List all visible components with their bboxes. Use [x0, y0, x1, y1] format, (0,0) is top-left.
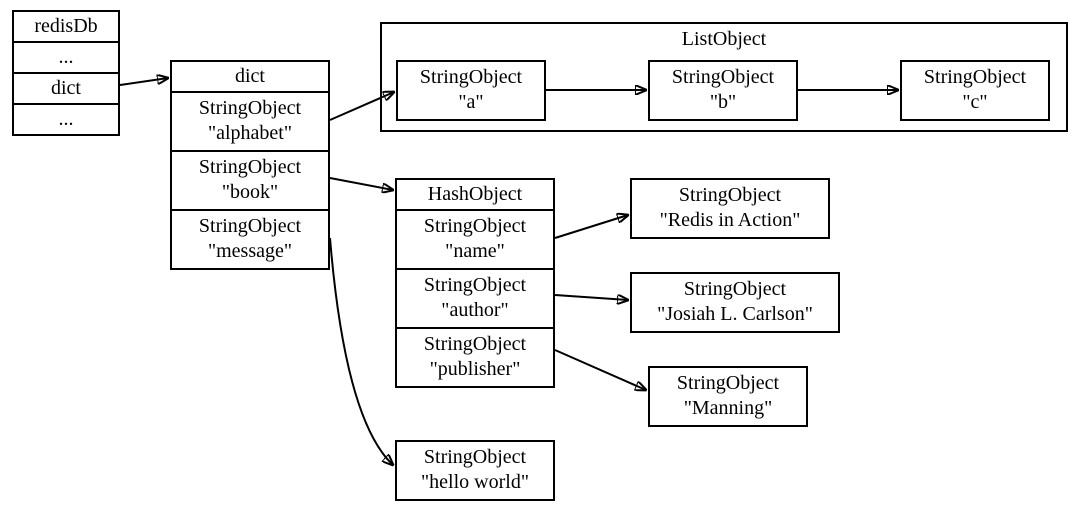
hash-value-name: StringObject "Redis in Action" — [630, 178, 830, 239]
hash-value-publisher: StringObject "Manning" — [648, 366, 808, 427]
redisdb-title: redisDb — [14, 12, 118, 43]
string-value-message-type: StringObject — [424, 446, 526, 468]
hash-value-name-val: "Redis in Action" — [660, 209, 801, 231]
hash-key-author-type: StringObject — [424, 274, 526, 296]
list-item-a: StringObject "a" — [396, 60, 546, 121]
redisdb-ellipsis-1: ... — [14, 43, 118, 74]
redisdb-ellipsis-2: ... — [14, 105, 118, 134]
hash-value-publisher-type: StringObject — [677, 372, 779, 394]
hash-key-author: StringObject "author" — [397, 270, 553, 329]
hash-key-name-val: "name" — [445, 240, 505, 262]
string-value-message-cell: StringObject "hello world" — [397, 442, 553, 499]
hash-key-name: StringObject "name" — [397, 211, 553, 270]
list-item-b-type: StringObject — [672, 66, 774, 88]
list-item-c: StringObject "c" — [900, 60, 1050, 121]
list-item-b: StringObject "b" — [648, 60, 798, 121]
dict-struct: dict StringObject "alphabet" StringObject… — [170, 60, 330, 270]
dict-title: dict — [172, 62, 328, 93]
redisdb-dict-row: dict — [14, 74, 118, 105]
dict-key-message: StringObject "message" — [172, 211, 328, 268]
hash-key-publisher-type: StringObject — [424, 333, 526, 355]
dict-key-message-val: "message" — [208, 240, 292, 262]
hash-object-title: HashObject — [397, 180, 553, 211]
dict-key-alphabet-type: StringObject — [199, 97, 301, 119]
hash-key-name-type: StringObject — [424, 215, 526, 237]
dict-key-book-val: "book" — [222, 181, 278, 203]
redisdb-struct: redisDb ... dict ... — [12, 10, 120, 136]
list-item-c-cell: StringObject "c" — [902, 62, 1048, 119]
list-item-a-val: "a" — [458, 91, 483, 113]
dict-key-message-type: StringObject — [199, 215, 301, 237]
hash-object-struct: HashObject StringObject "name" StringObje… — [395, 178, 555, 388]
list-object-label: ListObject — [380, 28, 1068, 51]
hash-key-publisher: StringObject "publisher" — [397, 329, 553, 386]
hash-value-author-type: StringObject — [684, 278, 786, 300]
dict-key-alphabet: StringObject "alphabet" — [172, 93, 328, 152]
hash-value-name-cell: StringObject "Redis in Action" — [632, 180, 828, 237]
hash-key-publisher-val: "publisher" — [430, 358, 521, 380]
hash-value-name-type: StringObject — [679, 184, 781, 206]
list-item-b-val: "b" — [710, 91, 736, 113]
hash-value-publisher-cell: StringObject "Manning" — [650, 368, 806, 425]
hash-value-author-val: "Josiah L. Carlson" — [657, 303, 813, 325]
hash-value-author: StringObject "Josiah L. Carlson" — [630, 272, 840, 333]
dict-key-book: StringObject "book" — [172, 152, 328, 211]
list-item-b-cell: StringObject "b" — [650, 62, 796, 119]
dict-key-alphabet-val: "alphabet" — [208, 122, 292, 144]
string-value-message: StringObject "hello world" — [395, 440, 555, 501]
list-item-c-type: StringObject — [924, 66, 1026, 88]
hash-key-author-val: "author" — [441, 299, 508, 321]
string-value-message-val: "hello world" — [421, 471, 529, 493]
dict-key-book-type: StringObject — [199, 156, 301, 178]
list-item-c-val: "c" — [962, 91, 987, 113]
list-item-a-type: StringObject — [420, 66, 522, 88]
hash-value-publisher-val: "Manning" — [684, 397, 773, 419]
hash-value-author-cell: StringObject "Josiah L. Carlson" — [632, 274, 838, 331]
list-item-a-cell: StringObject "a" — [398, 62, 544, 119]
